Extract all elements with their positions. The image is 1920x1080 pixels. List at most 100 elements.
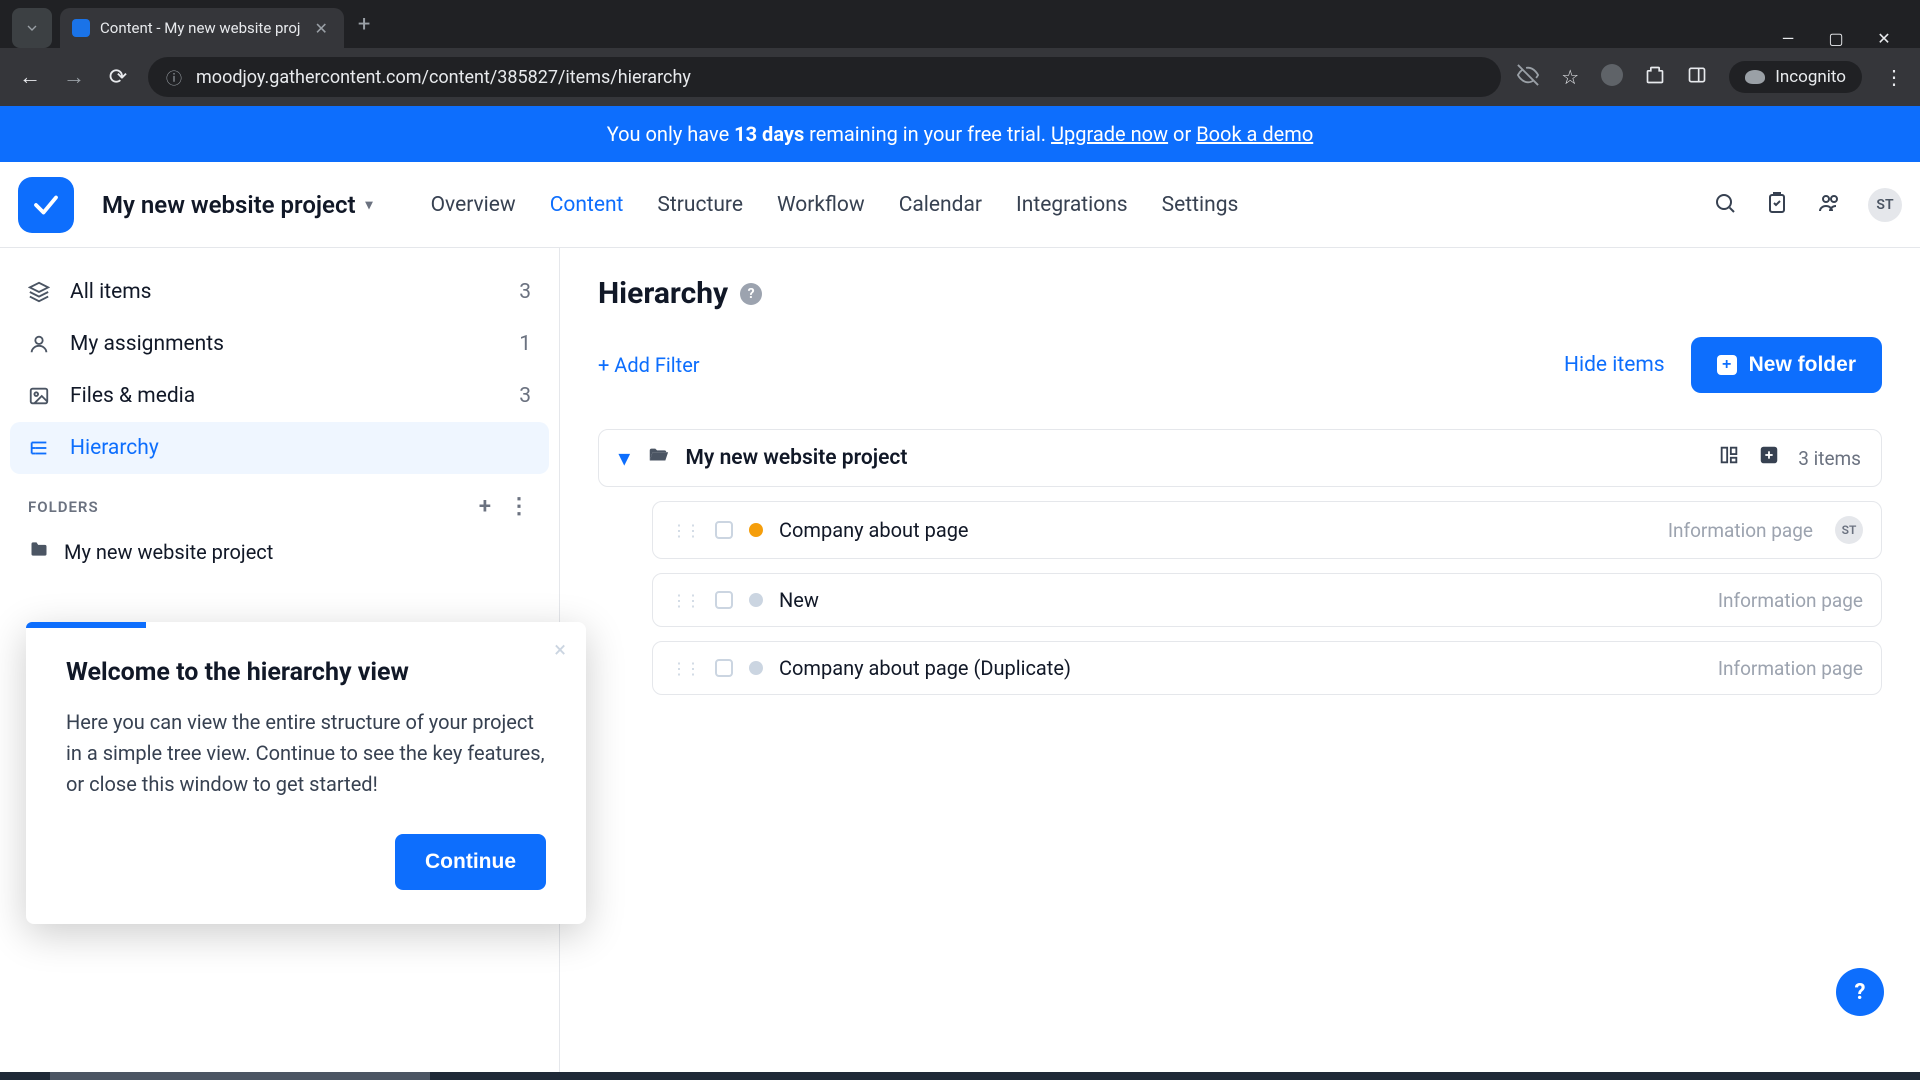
continue-button[interactable]: Continue <box>395 834 546 890</box>
page-title: Hierarchy ? <box>598 276 1882 311</box>
tree-item[interactable]: ⋮⋮ Company about page (Duplicate) Inform… <box>652 641 1882 695</box>
eye-off-icon[interactable] <box>1517 64 1539 91</box>
item-count: 3 items <box>1798 447 1861 470</box>
sidebar-item-files-media[interactable]: Files & media 3 <box>10 370 549 422</box>
tree-children: ⋮⋮ Company about page Information page S… <box>652 501 1882 695</box>
bookmark-star-icon[interactable]: ☆ <box>1561 65 1579 89</box>
incognito-label: Incognito <box>1775 67 1846 87</box>
minimize-button[interactable]: — <box>1778 29 1798 48</box>
welcome-popover: × Welcome to the hierarchy view Here you… <box>26 622 586 924</box>
project-switcher[interactable]: My new website project ▾ <box>102 191 373 219</box>
new-folder-button[interactable]: + New folder <box>1691 337 1882 393</box>
upgrade-link[interactable]: Upgrade now <box>1051 122 1168 146</box>
close-window-button[interactable]: ✕ <box>1874 29 1894 48</box>
site-info-icon[interactable]: ⓘ <box>166 65 182 89</box>
browser-tab[interactable]: Content - My new website proj ✕ <box>60 8 344 48</box>
sidebar-label: Hierarchy <box>70 436 159 460</box>
template-icon[interactable] <box>1718 444 1740 472</box>
add-item-icon[interactable] <box>1758 444 1780 472</box>
section-label: FOLDERS <box>28 498 99 516</box>
hide-items-button[interactable]: Hide items <box>1564 353 1665 377</box>
tab-close-button[interactable]: ✕ <box>311 17 332 40</box>
incognito-badge[interactable]: Incognito <box>1729 61 1862 93</box>
checkbox[interactable] <box>715 591 733 609</box>
incognito-icon <box>1745 70 1765 84</box>
folder-icon <box>28 539 50 564</box>
tab-content[interactable]: Content <box>550 193 624 217</box>
sidebar-item-hierarchy[interactable]: Hierarchy <box>10 422 549 474</box>
help-icon[interactable]: ? <box>740 283 762 305</box>
add-folder-button[interactable]: + <box>479 494 492 519</box>
reload-button[interactable]: ⟳ <box>104 65 132 90</box>
sidepanel-icon[interactable] <box>1687 65 1707 90</box>
sidebar-label: All items <box>70 280 152 304</box>
sidebar-item-my-assignments[interactable]: My assignments 1 <box>10 318 549 370</box>
extensions-icon[interactable] <box>1645 65 1665 90</box>
layers-icon <box>28 281 52 303</box>
folder-item[interactable]: My new website project <box>10 527 549 576</box>
item-title: Company about page <box>779 518 969 542</box>
address-bar: ← → ⟳ ⓘ moodjoy.gathercontent.com/conten… <box>0 48 1920 106</box>
status-dot <box>749 523 763 537</box>
tab-integrations[interactable]: Integrations <box>1016 193 1128 217</box>
app-logo[interactable] <box>18 177 74 233</box>
item-type: Information page <box>1718 589 1863 612</box>
drag-handle-icon[interactable]: ⋮⋮ <box>671 591 699 610</box>
top-bar: My new website project ▾ Overview Conten… <box>0 162 1920 248</box>
folder-menu-button[interactable]: ⋮ <box>508 494 531 519</box>
favicon-icon <box>72 19 90 37</box>
page-title-text: Hierarchy <box>598 276 728 311</box>
new-folder-label: New folder <box>1749 353 1856 377</box>
checkbox[interactable] <box>715 521 733 539</box>
tree-root[interactable]: ▾ My new website project 3 items <box>598 429 1882 487</box>
clipboard-icon[interactable] <box>1764 191 1790 219</box>
url-field[interactable]: ⓘ moodjoy.gathercontent.com/content/3858… <box>148 57 1501 97</box>
tab-structure[interactable]: Structure <box>657 193 743 217</box>
search-icon[interactable] <box>1712 191 1738 219</box>
app: You only have 13 days remaining in your … <box>0 106 1920 1080</box>
sidebar-item-all-items[interactable]: All items 3 <box>10 266 549 318</box>
drag-handle-icon[interactable]: ⋮⋮ <box>671 521 699 540</box>
banner-or: or <box>1168 122 1196 146</box>
profile-icon[interactable] <box>1601 64 1623 91</box>
drag-handle-icon[interactable]: ⋮⋮ <box>671 659 699 678</box>
toolbar-right: ☆ Incognito ⋮ <box>1517 61 1904 93</box>
tree-item[interactable]: ⋮⋮ New Information page <box>652 573 1882 627</box>
status-dot <box>749 661 763 675</box>
people-icon[interactable] <box>1816 191 1842 219</box>
popover-body: Here you can view the entire structure o… <box>66 707 546 800</box>
help-fab[interactable]: ? <box>1836 968 1884 1016</box>
item-type: Information page <box>1668 519 1813 542</box>
item-title: New <box>779 588 819 612</box>
caret-down-icon[interactable]: ▾ <box>619 446 630 471</box>
maximize-button[interactable]: ▢ <box>1826 29 1846 48</box>
back-button[interactable]: ← <box>16 64 44 90</box>
tab-settings[interactable]: Settings <box>1162 193 1239 217</box>
add-filter-button[interactable]: + Add Filter <box>598 353 700 377</box>
browser-chrome: Content - My new website proj ✕ + — ▢ ✕ … <box>0 0 1920 106</box>
item-title: Company about page (Duplicate) <box>779 656 1071 680</box>
tab-search-button[interactable] <box>12 8 52 48</box>
tab-overview[interactable]: Overview <box>431 193 516 217</box>
sidebar-count: 3 <box>519 384 531 408</box>
sidebar-count: 1 <box>519 332 531 356</box>
popover-close-button[interactable]: × <box>554 638 566 663</box>
checkbox[interactable] <box>715 659 733 677</box>
forward-button[interactable]: → <box>60 64 88 90</box>
nav-tabs: Overview Content Structure Workflow Cale… <box>431 193 1239 217</box>
assignee-avatar: ST <box>1835 516 1863 544</box>
tree-item[interactable]: ⋮⋮ Company about page Information page S… <box>652 501 1882 559</box>
kebab-menu-icon[interactable]: ⋮ <box>1884 65 1904 89</box>
tab-workflow[interactable]: Workflow <box>777 193 865 217</box>
folders-section-header: FOLDERS + ⋮ <box>10 474 549 527</box>
user-avatar[interactable]: ST <box>1868 188 1902 222</box>
url-text: moodjoy.gathercontent.com/content/385827… <box>196 67 691 88</box>
book-demo-link[interactable]: Book a demo <box>1196 122 1313 146</box>
tab-title: Content - My new website proj <box>100 19 301 37</box>
new-tab-button[interactable]: + <box>344 12 384 37</box>
root-label: My new website project <box>686 446 908 470</box>
sidebar-count: 3 <box>519 280 531 304</box>
popover-title: Welcome to the hierarchy view <box>66 658 546 687</box>
tab-calendar[interactable]: Calendar <box>899 193 982 217</box>
hierarchy-icon <box>28 437 52 459</box>
